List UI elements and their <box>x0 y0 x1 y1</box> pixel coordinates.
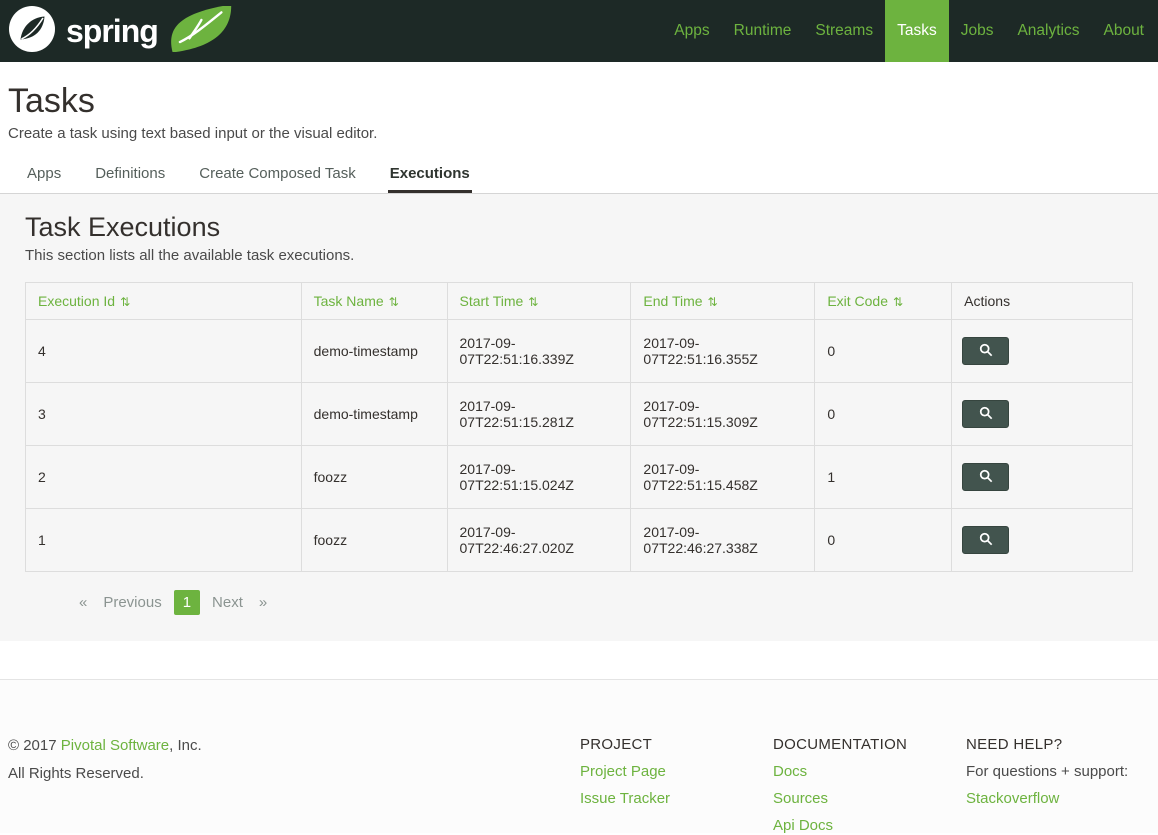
footer-column-project: PROJECT Project Page Issue Tracker <box>580 736 773 833</box>
cell-task-name: demo-timestamp <box>300 382 448 446</box>
pivotal-software-link[interactable]: Pivotal Software <box>61 737 169 754</box>
page-subtitle: Create a task using text based input or … <box>8 125 378 142</box>
cell-end-time: 2017-09-07T22:46:27.338Z <box>630 508 816 572</box>
page-footer: © 2017 Pivotal Software, Inc. All Rights… <box>0 679 1158 835</box>
executions-panel: Task Executions This section lists all t… <box>0 194 1158 641</box>
cell-end-time: 2017-09-07T22:51:16.355Z <box>630 319 816 383</box>
cell-execution-id: 3 <box>25 382 302 446</box>
tab-definitions[interactable]: Definitions <box>93 158 167 193</box>
nav-item-runtime[interactable]: Runtime <box>722 0 804 62</box>
view-details-button[interactable] <box>962 526 1010 554</box>
tab-apps[interactable]: Apps <box>25 158 63 193</box>
copyright-suffix: , Inc. <box>169 737 202 754</box>
column-actions: Actions <box>951 282 1133 320</box>
nav-item-streams[interactable]: Streams <box>803 0 885 62</box>
cell-task-name: foozz <box>300 445 448 509</box>
page-title: Tasks <box>8 82 95 120</box>
cell-end-time: 2017-09-07T22:51:15.309Z <box>630 382 816 446</box>
magnifier-icon <box>979 469 993 486</box>
stackoverflow-link[interactable]: Stackoverflow <box>966 790 1149 808</box>
sort-icon <box>893 295 903 309</box>
pagination-page-1[interactable]: 1 <box>173 590 201 615</box>
footer-copyright: © 2017 Pivotal Software, Inc. All Rights… <box>8 736 580 833</box>
cell-start-time: 2017-09-07T22:51:15.024Z <box>446 445 632 509</box>
cell-execution-id: 4 <box>25 319 302 383</box>
table-row: 3 demo-timestamp 2017-09-07T22:51:15.281… <box>25 382 1133 446</box>
docs-link[interactable]: Docs <box>773 763 966 781</box>
nav-item-about[interactable]: About <box>1091 0 1156 62</box>
nav-item-analytics[interactable]: Analytics <box>1005 0 1091 62</box>
help-support-text: For questions + support: <box>966 763 1129 780</box>
table-row: 4 demo-timestamp 2017-09-07T22:51:16.339… <box>25 319 1133 383</box>
sort-exit-code[interactable]: Exit Code <box>827 293 903 309</box>
view-details-button[interactable] <box>962 463 1010 491</box>
cell-task-name: demo-timestamp <box>300 319 448 383</box>
main-nav: Apps Runtime Streams Tasks Jobs Analytic… <box>662 0 1158 62</box>
pagination-next[interactable]: Next <box>204 590 251 615</box>
column-label: Task Name <box>313 293 384 309</box>
pagination-previous[interactable]: Previous <box>95 590 169 615</box>
cell-exit-code: 1 <box>814 445 953 509</box>
pagination: « Previous 1 Next » <box>71 590 1133 615</box>
cell-exit-code: 0 <box>814 319 953 383</box>
sort-icon <box>708 295 718 309</box>
spring-logo[interactable]: spring <box>0 0 238 62</box>
cell-execution-id: 1 <box>25 508 302 572</box>
sort-icon <box>528 295 538 309</box>
nav-item-tasks[interactable]: Tasks <box>885 0 949 62</box>
spring-circle-leaf-icon <box>8 5 56 58</box>
tab-create-composed-task[interactable]: Create Composed Task <box>197 158 357 193</box>
cell-execution-id: 2 <box>25 445 302 509</box>
sort-end-time[interactable]: End Time <box>643 293 717 309</box>
table-row: 1 foozz 2017-09-07T22:46:27.020Z 2017-09… <box>25 508 1133 572</box>
nav-item-jobs[interactable]: Jobs <box>949 0 1006 62</box>
sort-icon <box>120 295 130 309</box>
magnifier-icon <box>979 406 993 423</box>
rights-reserved-text: All Rights Reserved. <box>8 765 144 782</box>
brand-wordmark: spring <box>66 12 159 49</box>
tab-executions[interactable]: Executions <box>387 158 472 193</box>
section-title: Task Executions <box>25 212 221 242</box>
table-row: 2 foozz 2017-09-07T22:51:15.024Z 2017-09… <box>25 445 1133 509</box>
cell-task-name: foozz <box>300 508 448 572</box>
cell-start-time: 2017-09-07T22:51:16.339Z <box>446 319 632 383</box>
column-label: Start Time <box>459 293 524 309</box>
copyright-prefix: © 2017 <box>8 737 57 754</box>
view-details-button[interactable] <box>962 337 1010 365</box>
column-label: End Time <box>643 293 703 309</box>
sort-icon <box>389 295 399 309</box>
nav-item-apps[interactable]: Apps <box>662 0 721 62</box>
pagination-first[interactable]: « <box>71 590 95 615</box>
task-executions-table: Execution Id Task Name Start Time End Ti… <box>25 282 1133 572</box>
api-docs-link[interactable]: Api Docs <box>773 817 966 835</box>
task-tabs: Apps Definitions Create Composed Task Ex… <box>0 158 1158 194</box>
magnifier-icon <box>979 532 993 549</box>
footer-column-title: NEED HELP? <box>966 736 1063 753</box>
sources-link[interactable]: Sources <box>773 790 966 808</box>
section-subtitle: This section lists all the available tas… <box>25 247 355 264</box>
cell-exit-code: 0 <box>814 382 953 446</box>
view-details-button[interactable] <box>962 400 1010 428</box>
footer-column-need-help: NEED HELP? For questions + support: Stac… <box>966 736 1149 833</box>
cell-start-time: 2017-09-07T22:51:15.281Z <box>446 382 632 446</box>
column-label: Execution Id <box>38 293 116 309</box>
column-label: Exit Code <box>827 293 889 309</box>
magnifier-icon <box>979 343 993 360</box>
table-header-row: Execution Id Task Name Start Time End Ti… <box>25 282 1133 320</box>
cell-start-time: 2017-09-07T22:46:27.020Z <box>446 508 632 572</box>
sort-start-time[interactable]: Start Time <box>460 293 539 309</box>
content-footer-spacer <box>0 641 1158 679</box>
pagination-last[interactable]: » <box>251 590 275 615</box>
cell-exit-code: 0 <box>814 508 953 572</box>
footer-column-title: DOCUMENTATION <box>773 736 908 753</box>
footer-column-documentation: DOCUMENTATION Docs Sources Api Docs <box>773 736 966 835</box>
sort-execution-id[interactable]: Execution Id <box>38 293 130 309</box>
footer-column-title: PROJECT <box>580 736 653 753</box>
top-navbar: spring Apps Runtime Streams Tasks Jobs A… <box>0 0 1158 62</box>
spring-leaf-badge-icon <box>166 4 238 57</box>
sort-task-name[interactable]: Task Name <box>314 293 399 309</box>
project-page-link[interactable]: Project Page <box>580 763 773 781</box>
cell-end-time: 2017-09-07T22:51:15.458Z <box>630 445 816 509</box>
issue-tracker-link[interactable]: Issue Tracker <box>580 790 773 808</box>
